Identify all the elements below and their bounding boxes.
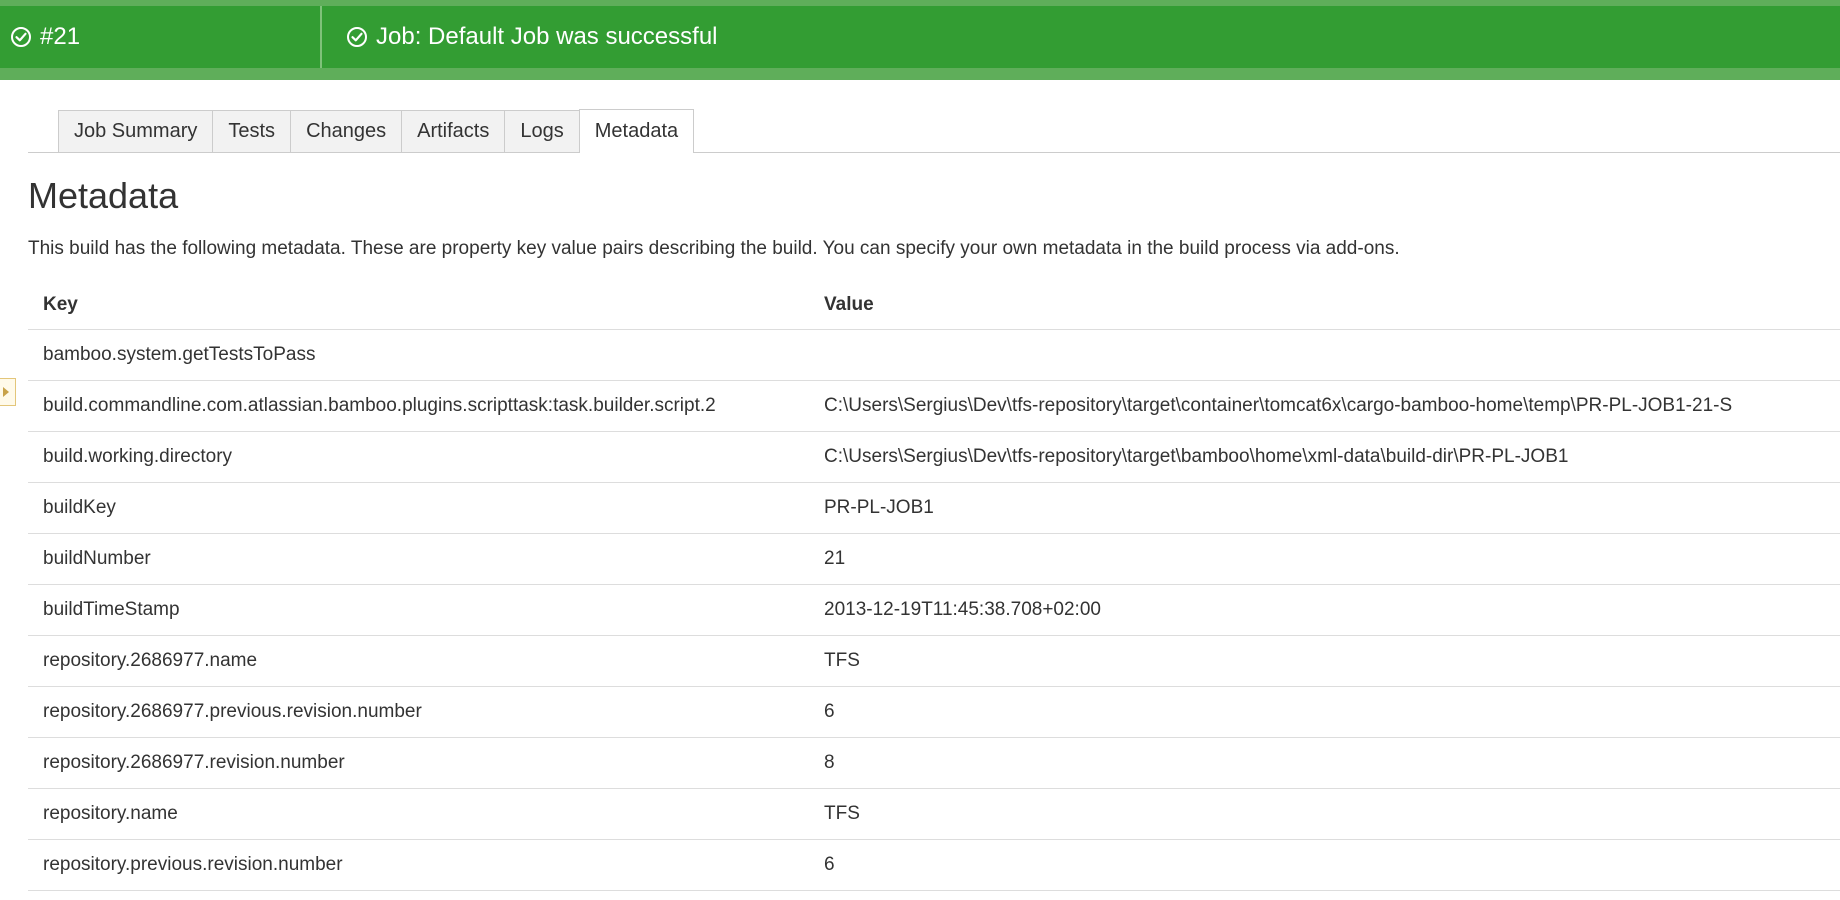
metadata-key: repository.2686977.name [43,650,258,671]
metadata-value: 2013-12-19T11:45:38.708+02:00 [824,599,1101,620]
metadata-table: Key Value bamboo.system.getTestsToPass b… [28,280,1840,891]
page-title: Metadata [28,175,179,216]
metadata-value: TFS [824,650,860,671]
table-row: buildKey PR-PL-JOB1 [28,483,1840,534]
table-row: repository.previous.revision.number 6 [28,840,1840,891]
metadata-key: build.working.directory [43,446,233,467]
check-circle-icon [11,27,31,47]
metadata-key: bamboo.system.getTestsToPass [43,344,316,365]
metadata-key: build.commandline.com.atlassian.bamboo.p… [43,395,716,416]
metadata-value: PR-PL-JOB1 [824,497,934,518]
tab-bar: Job Summary Tests Changes Artifacts Logs… [28,109,1840,153]
column-header-value: Value [824,293,874,315]
table-header-row: Key Value [28,280,1840,330]
tab-tests[interactable]: Tests [212,110,292,152]
check-circle-icon [347,27,367,47]
build-number-section[interactable]: #21 [0,6,322,68]
metadata-value: 21 [824,548,846,569]
table-row: repository.2686977.revision.number 8 [28,738,1840,789]
metadata-value: 8 [824,752,835,773]
table-row: build.working.directory C:\Users\Sergius… [28,432,1840,483]
metadata-key: repository.name [43,803,178,824]
table-row: repository.2686977.previous.revision.num… [28,687,1840,738]
metadata-key: buildKey [43,497,116,518]
build-status-bar: #21 Job: Default Job was successful [0,0,1840,80]
page-description: This build has the following metadata. T… [28,238,1400,259]
expand-arrow-icon[interactable] [0,378,16,406]
tab-metadata[interactable]: Metadata [578,109,695,153]
table-row: repository.2686977.name TFS [28,636,1840,687]
metadata-key: repository.previous.revision.number [43,854,343,875]
metadata-value: C:\Users\Sergius\Dev\tfs-repository\targ… [824,395,1733,416]
tab-artifacts[interactable]: Artifacts [401,110,506,152]
metadata-value: TFS [824,803,860,824]
tab-job-summary[interactable]: Job Summary [58,110,214,152]
table-row: build.commandline.com.atlassian.bamboo.p… [28,381,1840,432]
tab-changes[interactable]: Changes [290,110,403,152]
column-header-key: Key [43,293,78,315]
table-row: repository.name TFS [28,789,1840,840]
table-row: bamboo.system.getTestsToPass [28,330,1840,381]
metadata-key: repository.2686977.previous.revision.num… [43,701,422,722]
metadata-key: buildNumber [43,548,151,569]
job-status-message: Job: Default Job was successful [376,23,718,50]
metadata-key: repository.2686977.revision.number [43,752,345,773]
table-row: buildTimeStamp 2013-12-19T11:45:38.708+0… [28,585,1840,636]
metadata-value: 6 [824,854,835,875]
metadata-value: 6 [824,701,835,722]
metadata-value: C:\Users\Sergius\Dev\tfs-repository\targ… [824,446,1569,467]
build-status-bar-inner: #21 Job: Default Job was successful [0,6,1840,68]
job-status-section: Job: Default Job was successful [322,6,718,68]
tab-logs[interactable]: Logs [504,110,580,152]
build-number: #21 [40,23,81,50]
table-row: buildNumber 21 [28,534,1840,585]
metadata-key: buildTimeStamp [43,599,180,620]
